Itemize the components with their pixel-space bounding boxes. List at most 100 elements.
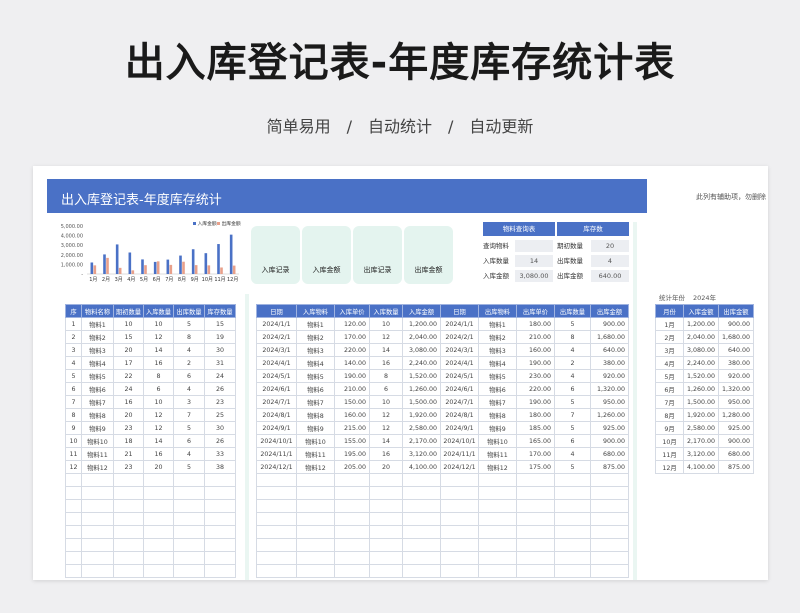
empty-cell[interactable] <box>81 473 114 487</box>
table-cell[interactable]: 4月 <box>655 356 684 370</box>
empty-cell[interactable] <box>204 473 236 487</box>
table-cell[interactable]: 190.00 <box>334 369 370 383</box>
table-cell[interactable]: 6 <box>65 382 82 396</box>
table-cell[interactable]: 5 <box>173 317 205 331</box>
empty-cell[interactable] <box>256 525 297 539</box>
table-cell[interactable]: 150.00 <box>334 395 370 409</box>
table-cell[interactable]: 2024/3/1 <box>256 343 297 357</box>
empty-cell[interactable] <box>554 525 591 539</box>
table-cell[interactable]: 物料11 <box>296 447 335 461</box>
table-cell[interactable]: 12 <box>65 460 82 474</box>
empty-cell[interactable] <box>590 538 629 552</box>
table-cell[interactable]: 25 <box>204 408 236 422</box>
table-cell[interactable]: 1,200.00 <box>683 317 719 331</box>
empty-cell[interactable] <box>516 512 555 526</box>
card-out-records[interactable]: 出库记录 <box>353 226 402 284</box>
table-cell[interactable]: 15 <box>113 330 144 344</box>
table-cell[interactable]: 物料4 <box>478 356 517 370</box>
table-cell[interactable]: 9月 <box>655 421 684 435</box>
table-cell[interactable]: 物料5 <box>478 369 517 383</box>
table-cell[interactable]: 2024/8/1 <box>256 408 297 422</box>
empty-cell[interactable] <box>402 551 441 565</box>
empty-cell[interactable] <box>113 551 144 565</box>
table-cell[interactable]: 14 <box>143 343 174 357</box>
table-cell[interactable]: 2024/1/1 <box>440 317 479 331</box>
empty-cell[interactable] <box>143 525 174 539</box>
table-cell[interactable]: 10月 <box>655 434 684 448</box>
table-cell[interactable]: 950.00 <box>718 395 754 409</box>
empty-cell[interactable] <box>478 551 517 565</box>
table-cell[interactable]: 220.00 <box>334 343 370 357</box>
table-cell[interactable]: 6 <box>173 434 205 448</box>
table-cell[interactable]: 2024/5/1 <box>440 369 479 383</box>
table-cell[interactable]: 3,080.00 <box>683 343 719 357</box>
table-cell[interactable]: 物料3 <box>81 343 114 357</box>
empty-cell[interactable] <box>143 473 174 487</box>
empty-cell[interactable] <box>554 473 591 487</box>
empty-cell[interactable] <box>440 486 479 500</box>
table-cell[interactable]: 12 <box>369 421 403 435</box>
table-cell[interactable]: 物料8 <box>81 408 114 422</box>
empty-cell[interactable] <box>334 499 370 513</box>
table-cell[interactable]: 38 <box>204 460 236 474</box>
table-cell[interactable]: 4 <box>554 447 591 461</box>
empty-cell[interactable] <box>81 538 114 552</box>
table-cell[interactable]: 680.00 <box>590 447 629 461</box>
table-cell[interactable]: 10 <box>369 317 403 331</box>
table-cell[interactable]: 7 <box>554 408 591 422</box>
empty-cell[interactable] <box>440 499 479 513</box>
table-cell[interactable]: 920.00 <box>718 369 754 383</box>
table-cell[interactable]: 2024/4/1 <box>256 356 297 370</box>
empty-cell[interactable] <box>478 473 517 487</box>
table-cell[interactable]: 8 <box>65 408 82 422</box>
table-cell[interactable]: 物料2 <box>296 330 335 344</box>
table-cell[interactable]: 物料3 <box>478 343 517 357</box>
table-cell[interactable]: 185.00 <box>516 421 555 435</box>
table-cell[interactable]: 2,580.00 <box>683 421 719 435</box>
empty-cell[interactable] <box>296 564 335 578</box>
empty-cell[interactable] <box>478 538 517 552</box>
table-cell[interactable]: 180.00 <box>516 317 555 331</box>
table-cell[interactable]: 1,500.00 <box>683 395 719 409</box>
empty-cell[interactable] <box>590 551 629 565</box>
table-cell[interactable]: 5 <box>173 421 205 435</box>
empty-cell[interactable] <box>334 525 370 539</box>
table-cell[interactable]: 165.00 <box>516 434 555 448</box>
table-cell[interactable]: 1,920.00 <box>683 408 719 422</box>
empty-cell[interactable] <box>516 564 555 578</box>
table-cell[interactable]: 14 <box>369 434 403 448</box>
table-cell[interactable]: 2,240.00 <box>683 356 719 370</box>
table-cell[interactable]: 2024/8/1 <box>440 408 479 422</box>
empty-cell[interactable] <box>113 525 144 539</box>
empty-cell[interactable] <box>402 564 441 578</box>
table-cell[interactable]: 875.00 <box>718 460 754 474</box>
table-cell[interactable]: 8 <box>143 369 174 383</box>
empty-cell[interactable] <box>65 486 82 500</box>
table-cell[interactable]: 1,320.00 <box>718 382 754 396</box>
empty-cell[interactable] <box>516 486 555 500</box>
empty-cell[interactable] <box>65 538 82 552</box>
table-cell[interactable]: 31 <box>204 356 236 370</box>
table-cell[interactable]: 2,040.00 <box>683 330 719 344</box>
empty-cell[interactable] <box>113 486 144 500</box>
table-cell[interactable]: 3 <box>65 343 82 357</box>
table-cell[interactable]: 640.00 <box>590 343 629 357</box>
table-cell[interactable]: 4 <box>173 382 205 396</box>
table-cell[interactable]: 5月 <box>655 369 684 383</box>
table-cell[interactable]: 2,170.00 <box>402 434 441 448</box>
empty-cell[interactable] <box>440 473 479 487</box>
empty-cell[interactable] <box>256 473 297 487</box>
card-in-amount[interactable]: 入库金额 <box>302 226 351 284</box>
table-cell[interactable]: 2 <box>65 330 82 344</box>
empty-cell[interactable] <box>173 473 205 487</box>
table-cell[interactable]: 1,500.00 <box>402 395 441 409</box>
empty-cell[interactable] <box>256 499 297 513</box>
table-cell[interactable]: 物料4 <box>81 356 114 370</box>
empty-cell[interactable] <box>516 499 555 513</box>
empty-cell[interactable] <box>81 499 114 513</box>
empty-cell[interactable] <box>65 473 82 487</box>
table-cell[interactable]: 2024/11/1 <box>256 447 297 461</box>
table-cell[interactable]: 925.00 <box>718 421 754 435</box>
empty-cell[interactable] <box>204 525 236 539</box>
table-cell[interactable]: 8月 <box>655 408 684 422</box>
